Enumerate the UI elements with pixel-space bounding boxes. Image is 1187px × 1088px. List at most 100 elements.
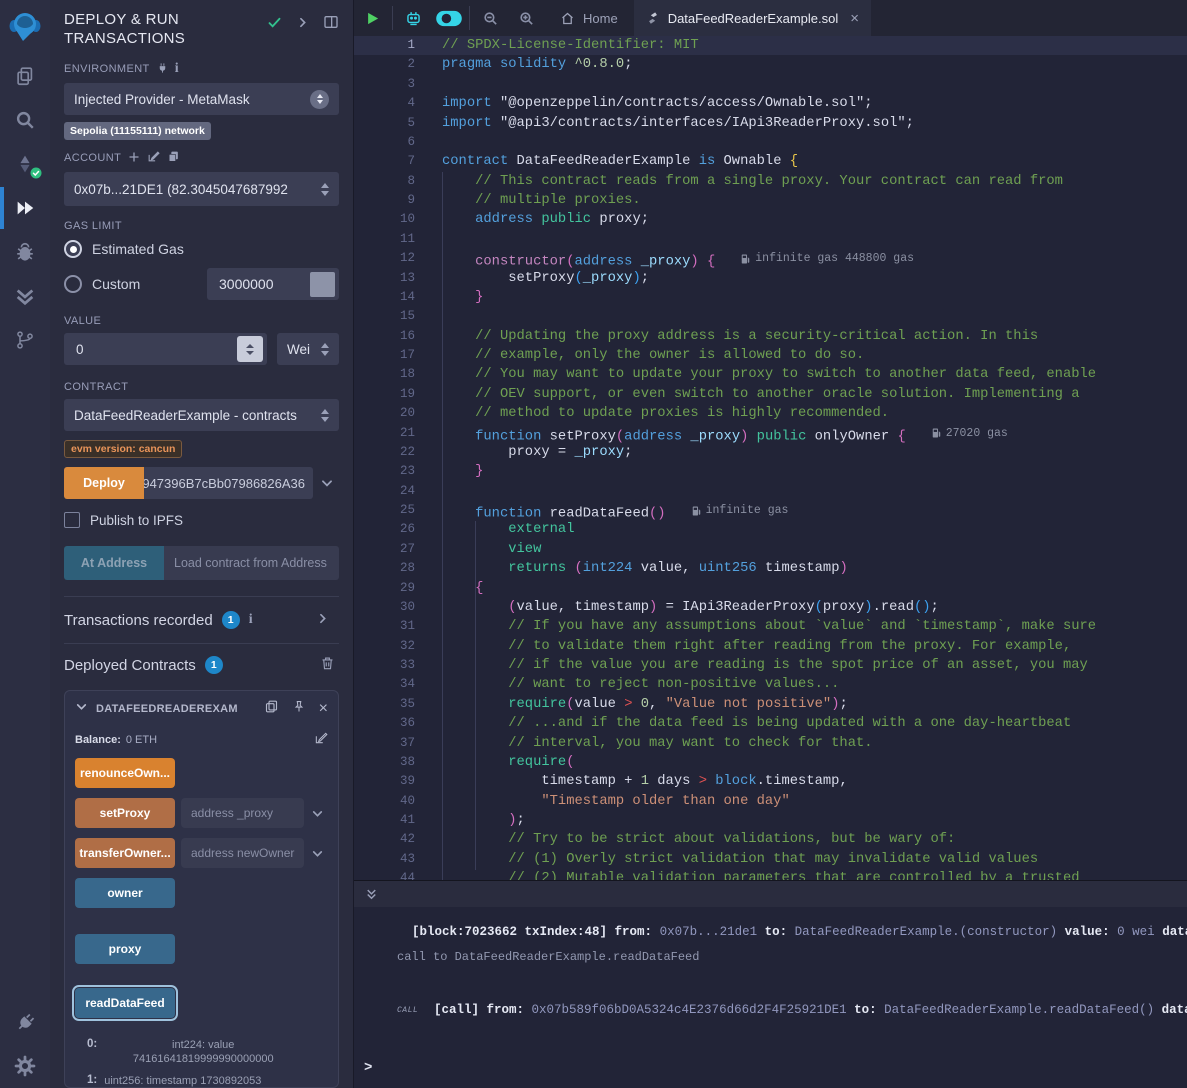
code-line[interactable]: 7contract DataFeedReaderExample is Ownab… [354, 152, 1187, 171]
environment-info-icon[interactable]: i [175, 61, 179, 77]
code-line[interactable]: 32 // to validate them right after readi… [354, 637, 1187, 656]
code-line[interactable]: 19 // OEV support, or even switch to ano… [354, 385, 1187, 404]
fn-param-input[interactable]: address _proxy [181, 798, 304, 828]
publish-ipfs-option[interactable]: Publish to IPFS [64, 512, 339, 528]
fork-state-icon[interactable] [157, 62, 168, 77]
code-line[interactable]: 24 [354, 482, 1187, 501]
code-line[interactable]: 6 [354, 133, 1187, 152]
sidebar-item-solidity-compiler[interactable] [0, 142, 50, 186]
zoom-in-icon[interactable] [508, 0, 544, 36]
panel-pin-view-icon[interactable] [323, 14, 339, 35]
custom-gas-option[interactable]: Custom 3000000 [64, 268, 339, 300]
publish-ipfs-checkbox[interactable] [64, 512, 80, 528]
terminal-prompt[interactable]: > [364, 1060, 372, 1076]
code-line[interactable]: 9 // multiple proxies. [354, 191, 1187, 210]
terminal-tx-entry[interactable]: [block:7023662 txIndex:48] from: 0x07b..… [397, 923, 1187, 941]
add-account-icon[interactable] [128, 151, 140, 166]
code-line[interactable]: 44 // (2) Mutable validation parameters … [354, 869, 1187, 880]
sidebar-item-search[interactable] [0, 98, 50, 142]
code-line[interactable]: 41 ); [354, 811, 1187, 830]
code-line[interactable]: 31 // If you have any assumptions about … [354, 617, 1187, 636]
code-line[interactable]: 36 // ...and if the data feed is being u… [354, 714, 1187, 733]
code-line[interactable]: 40 "Timestamp older than one day" [354, 792, 1187, 811]
sidebar-item-git[interactable] [0, 318, 50, 362]
code-line[interactable]: 22 proxy = _proxy; [354, 443, 1187, 462]
remix-logo-icon[interactable] [0, 0, 50, 54]
code-line[interactable]: 12 constructor(address _proxy) {infinite… [354, 249, 1187, 268]
sidebar-item-unit-testing[interactable] [0, 274, 50, 318]
tab-home[interactable]: Home [544, 0, 634, 36]
code-line[interactable]: 18 // You may want to update your proxy … [354, 365, 1187, 384]
code-line[interactable]: 29 { [354, 579, 1187, 598]
sidebar-item-debugger[interactable] [0, 230, 50, 274]
code-line[interactable]: 38 require( [354, 753, 1187, 772]
run-script-button[interactable] [354, 0, 390, 36]
remove-contract-icon[interactable]: × [319, 701, 328, 717]
account-select[interactable]: 0x07b...21DE1 (82.3045047687992 [64, 172, 339, 206]
code-line[interactable]: 39 timestamp + 1 days > block.timestamp, [354, 772, 1187, 791]
fn-button-proxy[interactable]: proxy [75, 934, 175, 964]
copy-account-icon[interactable] [167, 150, 180, 166]
ai-assistant-icon[interactable] [395, 0, 431, 36]
code-line[interactable]: 23 } [354, 462, 1187, 481]
transactions-recorded-row[interactable]: Transactions recorded 1 i [64, 597, 339, 643]
code-line[interactable]: 34 // want to reject non-positive values… [354, 675, 1187, 694]
copy-address-icon[interactable] [264, 699, 279, 719]
terminal-header[interactable] [354, 881, 1187, 907]
estimated-gas-option[interactable]: Estimated Gas [64, 240, 339, 258]
code-line[interactable]: 1// SPDX-License-Identifier: MIT [354, 36, 1187, 55]
gas-input-spinner[interactable] [310, 272, 335, 297]
value-stepper[interactable] [237, 336, 263, 362]
code-line[interactable]: 37 // interval, you may want to check fo… [354, 734, 1187, 753]
plugin-manager-item[interactable] [0, 1000, 50, 1044]
fn-expand-icon[interactable] [306, 847, 328, 860]
value-unit-select[interactable]: Wei [277, 333, 339, 365]
code-line[interactable]: 4import "@openzeppelin/contracts/access/… [354, 94, 1187, 113]
settings-item[interactable] [0, 1044, 50, 1088]
deploy-expand-icon[interactable] [315, 476, 339, 490]
code-line[interactable]: 43 // (1) Overly strict validation that … [354, 850, 1187, 869]
code-line[interactable]: 13 setProxy(_proxy); [354, 269, 1187, 288]
contract-collapse-icon[interactable] [75, 700, 88, 718]
custom-gas-radio[interactable] [64, 275, 82, 293]
code-line[interactable]: 8 // This contract reads from a single p… [354, 172, 1187, 191]
zoom-out-icon[interactable] [472, 0, 508, 36]
terminal-call-entry[interactable]: CALL[call] from: 0x07b589f06bD0A5324c4E2… [397, 1001, 1187, 1019]
fn-button-setproxy[interactable]: setProxy [75, 798, 175, 828]
code-line[interactable]: 21 function setProxy(address _proxy) pub… [354, 424, 1187, 443]
deploy-constructor-input[interactable]: 0947396B7cBb07986826A36 [144, 467, 313, 499]
code-line[interactable]: 33 // if the value you are reading is th… [354, 656, 1187, 675]
code-line[interactable]: 42 // Try to be strict about validations… [354, 830, 1187, 849]
close-tab-icon[interactable]: × [850, 10, 859, 27]
code-line[interactable]: 30 (value, timestamp) = IApi3ReaderProxy… [354, 598, 1187, 617]
sidebar-item-deploy-run[interactable] [0, 186, 50, 230]
code-line[interactable]: 17 // example, only the owner is allowed… [354, 346, 1187, 365]
panel-expand-icon[interactable] [296, 16, 309, 34]
code-line[interactable]: 20 // method to update proxies is highly… [354, 404, 1187, 423]
code-line[interactable]: 11 [354, 230, 1187, 249]
code-line[interactable]: 10 address public proxy; [354, 210, 1187, 229]
fn-button-transferowner[interactable]: transferOwner... [75, 838, 175, 868]
code-line[interactable]: 14 } [354, 288, 1187, 307]
code-line[interactable]: 2pragma solidity ^0.8.0; [354, 55, 1187, 74]
transactions-info-icon[interactable]: i [249, 612, 253, 628]
value-input[interactable]: 0 [64, 333, 267, 365]
fn-expand-icon[interactable] [306, 807, 328, 820]
code-line[interactable]: 35 require(value > 0, "Value not positiv… [354, 695, 1187, 714]
fn-param-input[interactable]: address newOwner [181, 838, 304, 868]
fn-button-readdatafeed[interactable]: readDataFeed [75, 988, 175, 1018]
contract-select[interactable]: DataFeedReaderExample - contracts [64, 399, 339, 431]
tab-file-datafeedreaderexample[interactable]: DataFeedReaderExample.sol × [634, 0, 871, 36]
estimated-gas-radio[interactable] [64, 240, 82, 258]
code-line[interactable]: 25 function readDataFeed()infinite gas [354, 501, 1187, 520]
fn-button-owner[interactable]: owner [75, 878, 175, 908]
code-line[interactable]: 26 external [354, 520, 1187, 539]
code-line[interactable]: 5import "@api3/contracts/interfaces/IApi… [354, 114, 1187, 133]
deploy-button[interactable]: Deploy [64, 467, 144, 499]
edit-balance-icon[interactable] [314, 731, 328, 748]
pin-contract-icon[interactable] [292, 699, 306, 719]
sidebar-item-file-explorer[interactable] [0, 54, 50, 98]
code-line[interactable]: 16 // Updating the proxy address is a se… [354, 327, 1187, 346]
code-line[interactable]: 28 returns (int224 value, uint256 timest… [354, 559, 1187, 578]
at-address-button[interactable]: At Address [64, 546, 164, 580]
